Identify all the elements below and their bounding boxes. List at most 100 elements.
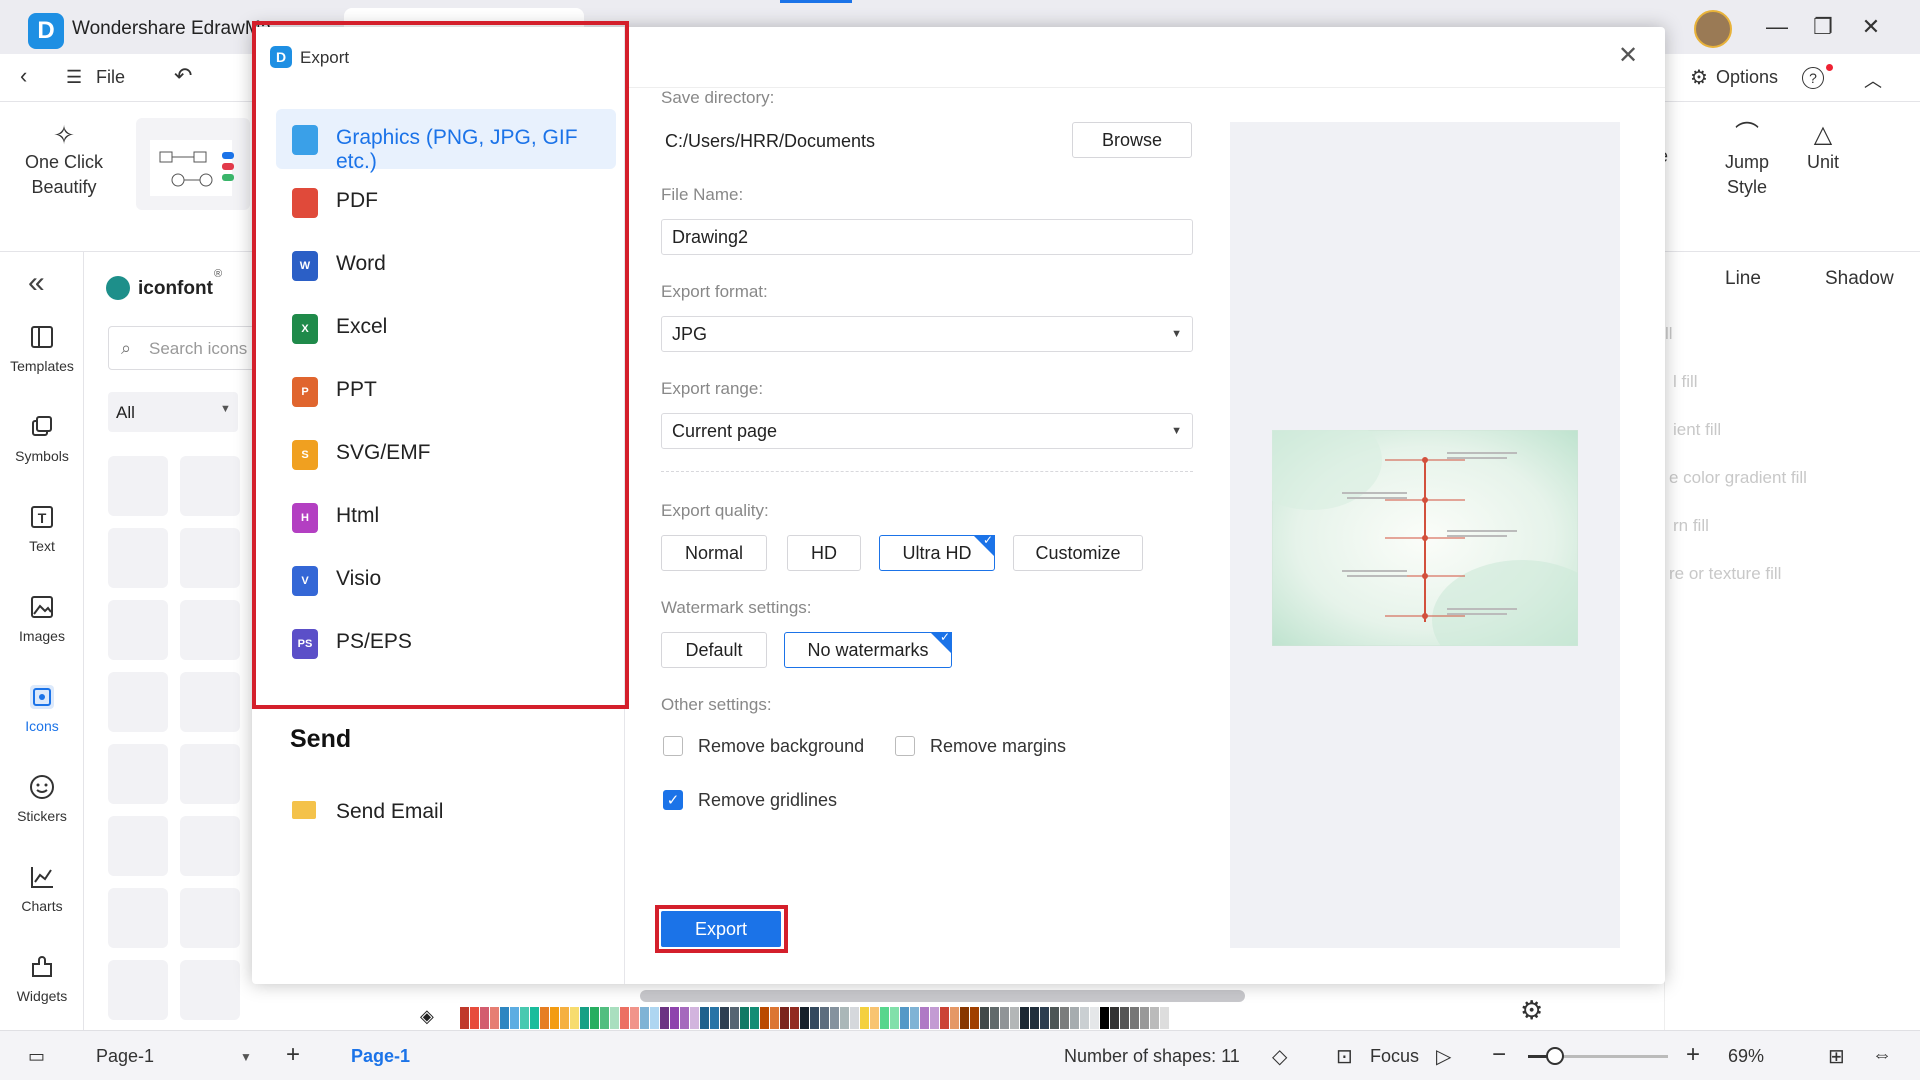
layers-icon[interactable]: ◇: [1272, 1044, 1287, 1069]
color-swatch[interactable]: [1130, 1007, 1139, 1029]
export-range-select[interactable]: Current page ▼: [661, 413, 1193, 449]
color-swatch[interactable]: [1140, 1007, 1149, 1029]
color-swatch[interactable]: [840, 1007, 849, 1029]
export-format-select[interactable]: JPG ▼: [661, 316, 1193, 352]
color-swatch[interactable]: [1080, 1007, 1089, 1029]
color-swatch[interactable]: [810, 1007, 819, 1029]
color-swatch[interactable]: [930, 1007, 939, 1029]
chevron-right-icon[interactable]: [180, 600, 240, 660]
magnifier-icon[interactable]: [108, 816, 168, 876]
quality-customize-button[interactable]: Customize: [1013, 535, 1143, 571]
send-email-item[interactable]: Send Email: [276, 787, 616, 837]
color-swatch[interactable]: [920, 1007, 929, 1029]
color-swatch[interactable]: [510, 1007, 519, 1029]
color-swatch[interactable]: [1000, 1007, 1009, 1029]
browse-button[interactable]: Browse: [1072, 122, 1192, 158]
color-swatch[interactable]: [850, 1007, 859, 1029]
page-select-chevron-icon[interactable]: ▼: [240, 1050, 252, 1064]
color-swatch[interactable]: [900, 1007, 909, 1029]
link-icon[interactable]: [108, 744, 168, 804]
gear-icon[interactable]: ⚙: [1690, 65, 1708, 90]
avatar[interactable]: [1694, 10, 1732, 48]
color-swatch[interactable]: [560, 1007, 569, 1029]
fill-option[interactable]: ll: [1665, 324, 1673, 344]
color-swatch[interactable]: [1010, 1007, 1019, 1029]
color-swatch[interactable]: [660, 1007, 669, 1029]
color-swatch[interactable]: [1090, 1007, 1099, 1029]
color-swatch[interactable]: [940, 1007, 949, 1029]
tab-line[interactable]: Line: [1725, 268, 1761, 290]
filter-icon[interactable]: [180, 888, 240, 948]
color-swatch[interactable]: [960, 1007, 969, 1029]
filter-select[interactable]: All ▼: [108, 392, 238, 432]
color-swatch[interactable]: [990, 1007, 999, 1029]
add-page-icon[interactable]: +: [286, 1041, 300, 1069]
unit-button[interactable]: △ Unit: [1800, 120, 1846, 175]
user-settings-icon[interactable]: [180, 960, 240, 1020]
color-swatch[interactable]: [740, 1007, 749, 1029]
color-swatch[interactable]: [770, 1007, 779, 1029]
sidebar-item-text[interactable]: T Text: [0, 502, 84, 554]
sidebar-item-stickers[interactable]: Stickers: [0, 772, 84, 824]
color-swatch[interactable]: [760, 1007, 769, 1029]
minimize-button[interactable]: —: [1762, 14, 1792, 40]
palette-settings-icon[interactable]: ⚙: [1520, 995, 1543, 1026]
zoom-level[interactable]: 69%: [1728, 1046, 1764, 1067]
remove-margins-label[interactable]: Remove margins: [930, 736, 1066, 757]
horizontal-scrollbar[interactable]: [640, 990, 1245, 1002]
color-swatch[interactable]: [950, 1007, 959, 1029]
color-swatch[interactable]: [480, 1007, 489, 1029]
color-swatch[interactable]: [1030, 1007, 1039, 1029]
color-swatch[interactable]: [870, 1007, 879, 1029]
sidebar-item-icons[interactable]: Icons: [0, 682, 84, 734]
fit-page-icon[interactable]: ⊞: [1828, 1044, 1845, 1069]
camera-icon[interactable]: [108, 528, 168, 588]
file-name-input[interactable]: Drawing2: [661, 219, 1193, 255]
search-input[interactable]: ⌕ Search icons: [108, 326, 258, 370]
color-swatch[interactable]: [750, 1007, 759, 1029]
jump-style-button[interactable]: ⌒ Jump Style: [1714, 120, 1780, 200]
color-swatch[interactable]: [700, 1007, 709, 1029]
remove-gridlines-checkbox[interactable]: ✓: [663, 790, 683, 810]
color-swatch[interactable]: [610, 1007, 619, 1029]
books-icon[interactable]: [180, 744, 240, 804]
back-arrow-icon[interactable]: ‹: [20, 63, 27, 89]
zoom-slider-thumb[interactable]: [1546, 1047, 1564, 1065]
options-menu[interactable]: Options: [1716, 67, 1778, 88]
watermark-default-button[interactable]: Default: [661, 632, 767, 668]
color-swatch[interactable]: [530, 1007, 539, 1029]
fill-bucket-icon[interactable]: ◈: [420, 1006, 434, 1027]
color-swatch[interactable]: [800, 1007, 809, 1029]
color-swatch[interactable]: [550, 1007, 559, 1029]
color-swatch[interactable]: [650, 1007, 659, 1029]
color-swatch[interactable]: [590, 1007, 599, 1029]
remove-gridlines-label[interactable]: Remove gridlines: [698, 790, 837, 811]
color-swatch[interactable]: [980, 1007, 989, 1029]
color-swatch[interactable]: [460, 1007, 469, 1029]
color-swatch[interactable]: [1070, 1007, 1079, 1029]
color-swatch[interactable]: [1060, 1007, 1069, 1029]
share-icon[interactable]: [108, 888, 168, 948]
phone-icon[interactable]: [108, 600, 168, 660]
color-swatch[interactable]: [690, 1007, 699, 1029]
color-swatch[interactable]: [600, 1007, 609, 1029]
color-swatch[interactable]: [470, 1007, 479, 1029]
zoom-slider[interactable]: [1528, 1047, 1668, 1065]
color-swatch[interactable]: [680, 1007, 689, 1029]
maximize-button[interactable]: ❐: [1808, 14, 1838, 40]
color-swatch[interactable]: [780, 1007, 789, 1029]
color-swatch[interactable]: [520, 1007, 529, 1029]
panel-toggle-icon[interactable]: ▭: [28, 1046, 45, 1067]
page-select[interactable]: Page-1: [96, 1046, 154, 1067]
page-tab-active[interactable]: Page-1: [351, 1046, 410, 1067]
color-swatch[interactable]: [540, 1007, 549, 1029]
remove-background-checkbox[interactable]: [663, 736, 683, 756]
focus-label[interactable]: Focus: [1370, 1046, 1419, 1067]
quality-hd-button[interactable]: HD: [787, 535, 861, 571]
fill-option[interactable]: e color gradient fill: [1669, 468, 1807, 488]
close-window-button[interactable]: ✕: [1856, 14, 1886, 40]
color-swatch[interactable]: [1110, 1007, 1119, 1029]
color-swatch[interactable]: [490, 1007, 499, 1029]
zoom-out-icon[interactable]: −: [1492, 1041, 1506, 1069]
quality-ultra-hd-button[interactable]: Ultra HD ✓: [879, 533, 995, 571]
